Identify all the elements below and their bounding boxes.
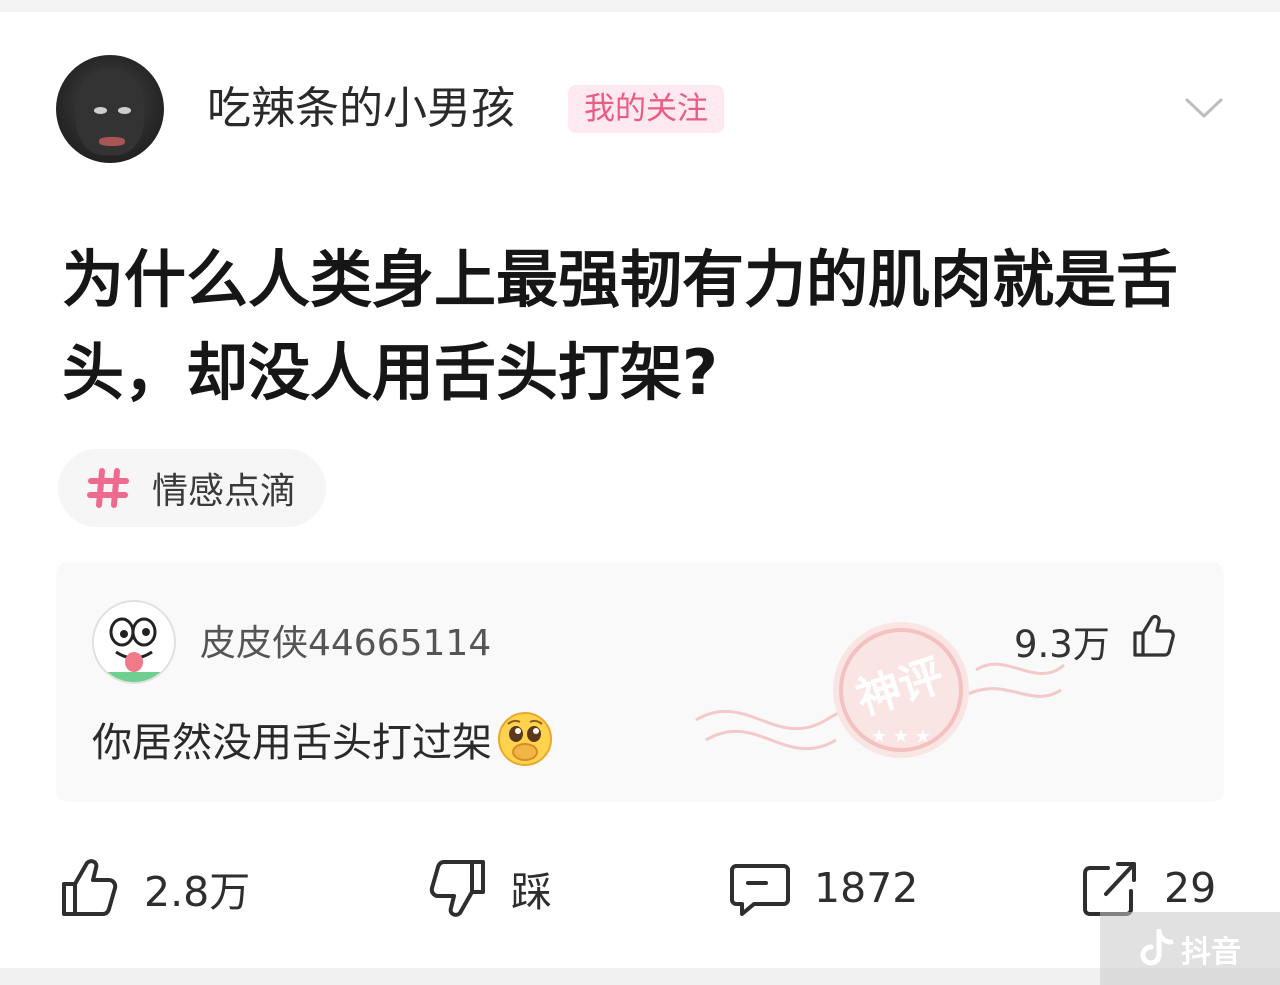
dislike-button[interactable]: 踩: [425, 848, 552, 928]
douyin-logo-icon: [1140, 928, 1174, 965]
commenter-avatar[interactable]: [92, 600, 176, 684]
share-count: 29: [1164, 864, 1217, 912]
follow-badge: 我的关注: [568, 85, 724, 133]
topic-tag[interactable]: 情感点滴: [58, 449, 327, 527]
thumbs-up-icon: [62, 859, 118, 916]
author-name[interactable]: 吃辣条的小男孩: [207, 83, 515, 135]
comment-button[interactable]: 1872: [728, 848, 918, 928]
thumbs-up-icon[interactable]: [1130, 612, 1178, 660]
top-comment-card[interactable]: 神评 ★ ★ ★ 皮皮侠44665114 9.3万 你居然没用舌头打过架: [56, 562, 1224, 802]
post-title: 为什么人类身上最强韧有力的肌肉就是舌头，却没人用舌头打架?: [62, 243, 1179, 409]
commenter-name[interactable]: 皮皮侠44665114: [200, 614, 491, 666]
comment-text-row: 你居然没用舌头打过架: [92, 710, 554, 768]
stamp-seal: 神评 ★ ★ ★: [695, 622, 1065, 758]
like-count: 2.8万: [144, 868, 251, 916]
svg-text:★ ★ ★: ★ ★ ★: [871, 726, 931, 747]
chevron-down-icon[interactable]: [1184, 94, 1224, 122]
comment-like-count: 9.3万: [1014, 623, 1110, 666]
share-icon: [1083, 862, 1136, 916]
dislike-label: 踩: [511, 868, 552, 916]
bottom-strip: [0, 968, 1280, 985]
pleading-face-emoji: [498, 712, 552, 766]
topic-label: 情感点滴: [152, 471, 297, 512]
hash-icon: [87, 468, 129, 508]
author-avatar[interactable]: [56, 55, 164, 163]
douyin-watermark: 抖音: [1100, 912, 1280, 985]
top-strip: [0, 0, 1280, 12]
watermark-text: 抖音: [1181, 934, 1241, 970]
thumbs-down-icon: [429, 860, 485, 917]
comment-text: 你居然没用舌头打过架: [92, 720, 492, 766]
comment-count: 1872: [814, 864, 919, 912]
like-button[interactable]: 2.8万: [58, 848, 250, 928]
comment-icon: [730, 864, 790, 916]
